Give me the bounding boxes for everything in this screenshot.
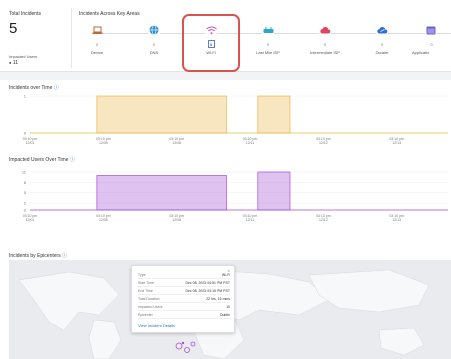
x-tick-date: 12/01 xyxy=(26,141,35,145)
area-wifi[interactable]: 5 Wi-Fi xyxy=(184,24,238,55)
area-device[interactable]: 0 Device xyxy=(70,24,124,55)
series-span xyxy=(257,171,291,211)
incidents-dashboard: Total Incidents 5 Impacted Users ● 11 In… xyxy=(0,0,451,359)
laptop-icon xyxy=(91,24,103,36)
key-areas-title: Incidents Across Key Areas xyxy=(79,11,140,17)
x-tick-date: 12/05 xyxy=(99,218,108,222)
impacted-users-panel: Impacted Users Over Time ⓘ 11 8 5 2 0 03:10 p… xyxy=(0,154,451,238)
x-tick-date: 12/12 xyxy=(319,218,328,222)
y-tick-label: 1 xyxy=(24,94,27,99)
x-tick-date: 12/13 xyxy=(392,141,401,145)
wifi-icon xyxy=(205,24,217,36)
wifi-incident-count: 5 xyxy=(207,40,215,48)
x-tick-date: 12/11 xyxy=(246,218,255,222)
summary-strip: Total Incidents 5 Impacted Users ● 11 In… xyxy=(0,0,451,72)
series-span xyxy=(96,175,227,211)
series-span xyxy=(96,95,227,134)
x-tick-date: 12/01 xyxy=(26,218,35,222)
info-icon[interactable]: ⓘ xyxy=(62,253,67,259)
area-last-mile-isp[interactable]: 0 Last Mile ISP xyxy=(241,24,295,55)
router-icon xyxy=(262,24,274,36)
app-window-icon xyxy=(425,24,437,36)
series-span xyxy=(257,95,291,134)
user-icon: ● xyxy=(9,60,12,65)
x-tick-date: 12/08 xyxy=(172,141,181,145)
y-tick-label: 0 xyxy=(24,131,27,136)
epicenter-marker[interactable] xyxy=(175,341,196,353)
y-tick-label: 0 xyxy=(24,208,27,213)
popup-row: Start Time Dec 08, 2023 04:51 PM PST xyxy=(138,281,230,287)
total-incidents-title: Total Incidents xyxy=(9,11,41,17)
popup-row: Total Duration 22 hrs, 16 mins xyxy=(138,297,230,303)
area-intermediate-isp[interactable]: 0 Intermediate ISP xyxy=(298,24,352,55)
popup-row: End Time Dec 08, 2023 03:15 PM PST xyxy=(138,289,230,295)
x-tick-date: 12/12 xyxy=(319,141,328,145)
y-tick-label: 2 xyxy=(24,201,27,206)
impacted-users-value: ● 11 xyxy=(9,60,19,66)
zscaler-cloud-icon xyxy=(376,24,388,36)
y-tick-label: 8 xyxy=(24,180,27,185)
incident-popup: × Type Wi-Fi Start Time Dec 08, 2023 04:51… xyxy=(131,265,235,333)
cloud-icon xyxy=(319,24,331,36)
area-zscaler[interactable]: 0 Zscaler xyxy=(355,24,409,55)
x-tick-date: 12/08 xyxy=(172,218,181,222)
x-tick-date: 12/11 xyxy=(246,141,255,145)
popup-row: Epicenter Dublin xyxy=(138,313,230,319)
y-tick-label: 11 xyxy=(22,170,27,175)
x-tick-date: 12/13 xyxy=(392,218,401,222)
incidents-over-time-panel: Incidents over Time ⓘ 1 0 03:10 pm 12/01 03:… xyxy=(0,80,451,154)
view-incident-details-link[interactable]: View Incident Details xyxy=(138,323,175,328)
epicenters-title: Incidents by Epicenters ⓘ xyxy=(9,253,68,259)
popup-row: Type Wi-Fi xyxy=(138,273,230,279)
globe-icon xyxy=(148,24,160,36)
popup-row: Impacted Users 10 xyxy=(138,305,230,311)
impacted-users-chart: 11852003:10 pm12/0103:10 pm12/0503:10 pm… xyxy=(22,170,448,222)
x-tick-date: 12/05 xyxy=(99,141,108,145)
incidents-over-time-chart: 1003:10 pm12/0103:10 pm12/0503:10 pm12/0… xyxy=(23,94,448,145)
area-application[interactable]: 0 Applicatio xyxy=(412,24,451,55)
area-dns[interactable]: 0 DNS xyxy=(127,24,181,55)
y-tick-label: 5 xyxy=(24,190,27,195)
impacted-users-label: Impacted Users xyxy=(9,54,38,59)
total-incidents-count: 5 xyxy=(9,20,18,37)
